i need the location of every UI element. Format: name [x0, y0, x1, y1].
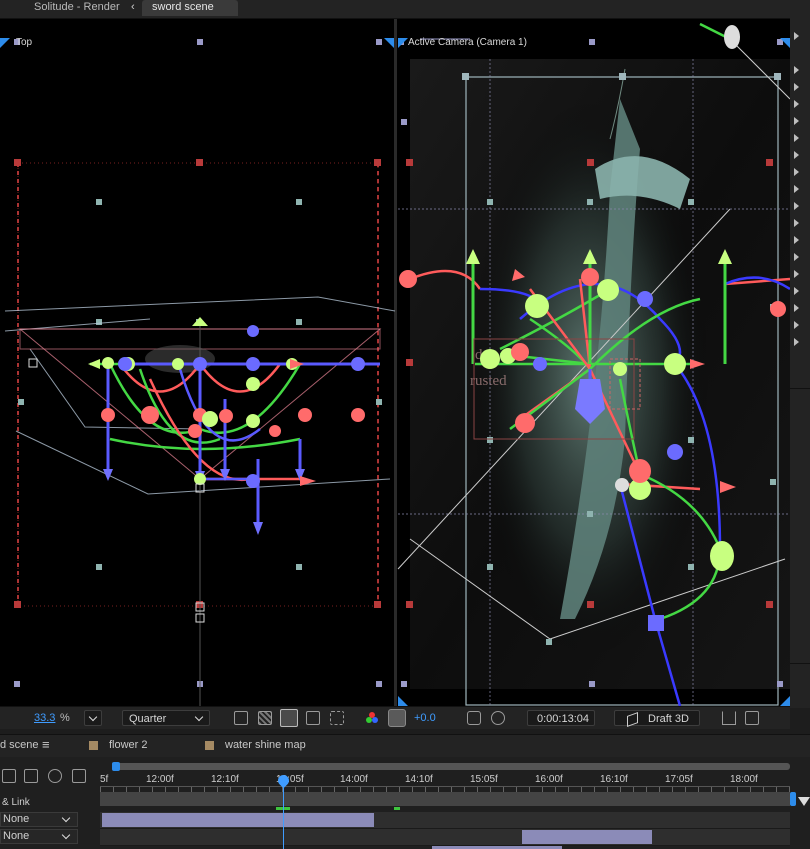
- search-layers-icon[interactable]: [2, 769, 16, 783]
- expand-arrow-icon[interactable]: [794, 321, 799, 329]
- transparency-grid-icon[interactable]: [258, 711, 272, 725]
- zoom-dropdown[interactable]: [84, 710, 102, 726]
- renderer-label: Draft 3D: [648, 713, 689, 725]
- layer-duration-bar[interactable]: [522, 830, 652, 844]
- reset-exposure-icon[interactable]: [388, 709, 406, 727]
- mask-visibility-icon[interactable]: [280, 709, 298, 727]
- chevron-down-icon: [194, 712, 204, 722]
- top-view-content: [4, 39, 396, 706]
- svg-text:rusted: rusted: [470, 373, 507, 389]
- timecode-field[interactable]: 0:00:13:04: [527, 710, 595, 726]
- tab-flower-2[interactable]: flower 2: [109, 739, 148, 751]
- comp-duration-bar: [100, 792, 790, 806]
- renderer-button[interactable]: Draft 3D: [614, 710, 700, 728]
- expand-arrow-icon[interactable]: [794, 83, 799, 91]
- timeline-tab-bar: d scene ≡ flower 2 water shine map: [0, 734, 810, 758]
- expand-arrow-icon[interactable]: [794, 66, 799, 74]
- timeline-panel: 5f 12:00f 12:10f 13:05f 14:00f 14:10f 15…: [0, 757, 810, 849]
- tab-sword-scene-timeline[interactable]: d scene: [0, 739, 39, 751]
- region-of-interest-icon[interactable]: [234, 711, 248, 725]
- panel-tab-bar: Solitude - Render ‹ sword scene: [0, 0, 810, 19]
- work-area-bar[interactable]: [112, 763, 790, 770]
- parent-dropdown[interactable]: None: [0, 812, 78, 827]
- comp-color-swatch: [205, 741, 214, 750]
- expand-arrow-icon[interactable]: [794, 185, 799, 193]
- grid-guides-icon[interactable]: [330, 711, 344, 725]
- viewer-toolbar: 33.3 % Quarter +0.0 0:00:13:04 Draft 3D: [0, 706, 790, 729]
- camera-view-content: d rusted: [397, 22, 790, 706]
- color-channels-icon[interactable]: [366, 712, 378, 724]
- composition-scene: d rusted: [0, 22, 790, 706]
- time-navigator-end-icon[interactable]: [798, 797, 810, 806]
- expand-arrow-icon[interactable]: [794, 253, 799, 261]
- chevron-down-icon: [61, 830, 71, 840]
- tab-sword-scene[interactable]: sword scene: [142, 0, 238, 16]
- expand-arrow-icon[interactable]: [794, 219, 799, 227]
- parent-value: None: [3, 813, 30, 825]
- ruler-label: 5f: [100, 774, 109, 785]
- parent-value: None: [3, 830, 30, 842]
- ruler-label: 12:00f: [146, 774, 174, 785]
- chevron-down-icon: [61, 813, 71, 823]
- cache-indicator: [394, 807, 400, 810]
- parent-link-column-header: & Link: [2, 797, 30, 808]
- resolution-dropdown[interactable]: Quarter: [122, 710, 210, 726]
- app-tab-label[interactable]: Solitude - Render: [34, 1, 120, 13]
- expand-arrow-icon[interactable]: [794, 287, 799, 295]
- expand-arrow-icon[interactable]: [794, 168, 799, 176]
- cube-3d-icon: [627, 711, 638, 728]
- expand-arrow-icon[interactable]: [794, 304, 799, 312]
- resolution-value: Quarter: [129, 713, 167, 725]
- expand-arrow-icon[interactable]: [794, 236, 799, 244]
- snapshot-camera-icon[interactable]: [467, 711, 481, 725]
- expand-arrow-icon[interactable]: [794, 202, 799, 210]
- ruler-label: 16:10f: [600, 774, 628, 785]
- tab-water-shine-map[interactable]: water shine map: [225, 739, 306, 751]
- zoom-value[interactable]: 33.3: [34, 710, 55, 726]
- ruler-label: 18:00f: [730, 774, 758, 785]
- expand-arrow-icon[interactable]: [794, 270, 799, 278]
- expand-arrow-icon[interactable]: [794, 117, 799, 125]
- zoom-unit: %: [60, 712, 70, 724]
- expand-arrow-icon[interactable]: [794, 32, 799, 40]
- chevron-down-icon: [88, 712, 98, 722]
- ruler-label: 14:10f: [405, 774, 433, 785]
- draft-3d-toggle-icon[interactable]: [48, 769, 62, 783]
- work-area-end-handle[interactable]: [790, 792, 796, 806]
- layer-duration-bar[interactable]: [102, 813, 374, 827]
- ruler-label: 12:10f: [211, 774, 239, 785]
- ruler-label: 14:00f: [340, 774, 368, 785]
- expand-arrow-icon[interactable]: [794, 151, 799, 159]
- safe-margins-icon[interactable]: [306, 711, 320, 725]
- parent-dropdown[interactable]: None: [0, 829, 78, 844]
- extended-viewer-icon[interactable]: [745, 711, 759, 725]
- panel-menu-icon[interactable]: ≡: [42, 737, 50, 752]
- exposure-value[interactable]: +0.0: [414, 710, 436, 726]
- expand-arrow-icon[interactable]: [794, 100, 799, 108]
- ruler-label: 15:05f: [470, 774, 498, 785]
- comp-color-swatch: [89, 741, 98, 750]
- expand-arrow-icon[interactable]: [794, 338, 799, 346]
- comp-mini-flowchart-icon[interactable]: [24, 769, 38, 783]
- back-chevron-icon[interactable]: ‹: [131, 1, 135, 13]
- layer-track: [100, 829, 790, 846]
- ruler-label: 17:05f: [665, 774, 693, 785]
- show-snapshot-icon[interactable]: [491, 711, 505, 725]
- work-area-start-handle[interactable]: [112, 762, 120, 771]
- camera-view-label: Active Camera (Camera 1): [408, 37, 527, 48]
- project-panel-edge: [790, 18, 810, 708]
- top-view-label: Top: [16, 37, 33, 48]
- graph-editor-icon[interactable]: [72, 769, 86, 783]
- ruler-label: 16:00f: [535, 774, 563, 785]
- 3d-ground-plane-icon[interactable]: [722, 711, 736, 725]
- expand-arrow-icon[interactable]: [794, 134, 799, 142]
